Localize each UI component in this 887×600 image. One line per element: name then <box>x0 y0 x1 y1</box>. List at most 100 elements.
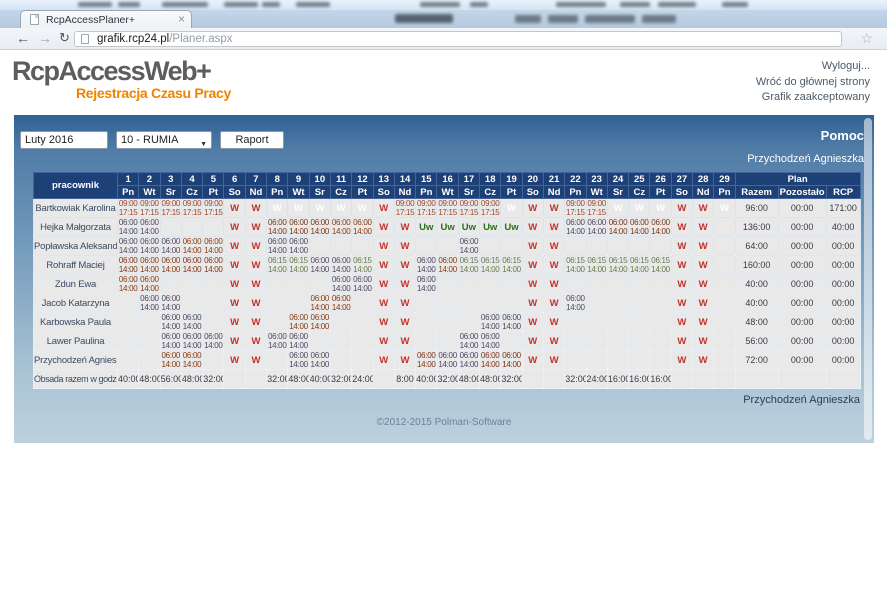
shift-cell[interactable]: 06:1514:00 <box>586 256 607 275</box>
shift-cell[interactable]: 06:0014:00 <box>629 218 650 237</box>
shift-cell[interactable]: 06:0014:00 <box>288 313 309 332</box>
shift-cell[interactable]: 09:0017:15 <box>480 199 501 218</box>
shift-cell[interactable]: 06:0014:00 <box>160 237 181 256</box>
shift-cell[interactable]: 06:0014:00 <box>565 218 586 237</box>
free-day-cell[interactable]: W <box>394 218 415 237</box>
empty-schedule-cell[interactable] <box>714 237 735 256</box>
free-day-cell[interactable]: W <box>245 256 266 275</box>
free-day-cell[interactable]: W <box>245 313 266 332</box>
shift-cell[interactable]: 06:1514:00 <box>565 256 586 275</box>
free-day-cell[interactable]: W <box>245 351 266 370</box>
free-day-cell[interactable]: W <box>245 199 266 218</box>
report-button[interactable]: Raport <box>220 131 284 149</box>
empty-schedule-cell[interactable] <box>288 275 309 294</box>
shift-cell[interactable]: 06:0014:00 <box>650 218 671 237</box>
empty-schedule-cell[interactable] <box>565 351 586 370</box>
shift-cell[interactable]: 06:1514:00 <box>352 256 373 275</box>
empty-schedule-cell[interactable] <box>416 313 437 332</box>
shift-cell[interactable]: 09:0017:15 <box>160 199 181 218</box>
free-day-cell[interactable]: W <box>501 199 522 218</box>
free-day-cell[interactable]: W <box>288 199 309 218</box>
free-day-cell[interactable]: W <box>671 275 692 294</box>
refresh-icon[interactable]: ↻ <box>59 30 70 46</box>
empty-schedule-cell[interactable] <box>139 313 160 332</box>
shift-cell[interactable]: 06:0014:00 <box>501 351 522 370</box>
shift-cell[interactable]: 06:0014:00 <box>330 256 351 275</box>
shift-cell[interactable]: 06:0014:00 <box>458 237 479 256</box>
empty-schedule-cell[interactable] <box>714 218 735 237</box>
empty-schedule-cell[interactable] <box>586 332 607 351</box>
empty-schedule-cell[interactable] <box>607 313 628 332</box>
shift-cell[interactable]: 06:0014:00 <box>160 256 181 275</box>
free-day-cell[interactable]: W <box>714 199 735 218</box>
empty-schedule-cell[interactable] <box>629 332 650 351</box>
free-day-cell[interactable]: W <box>245 294 266 313</box>
vacation-cell[interactable]: Uw <box>416 218 437 237</box>
free-day-cell[interactable]: W <box>543 275 564 294</box>
forward-icon[interactable]: → <box>38 30 52 46</box>
free-day-cell[interactable]: W <box>522 237 543 256</box>
empty-schedule-cell[interactable] <box>352 332 373 351</box>
shift-cell[interactable]: 09:0017:15 <box>458 199 479 218</box>
shift-cell[interactable]: 06:0014:00 <box>288 351 309 370</box>
shift-cell[interactable]: 06:0014:00 <box>139 256 160 275</box>
shift-cell[interactable]: 06:0014:00 <box>288 237 309 256</box>
empty-schedule-cell[interactable] <box>267 351 288 370</box>
free-day-cell[interactable]: W <box>693 237 714 256</box>
empty-schedule-cell[interactable] <box>160 218 181 237</box>
free-day-cell[interactable]: W <box>522 313 543 332</box>
empty-schedule-cell[interactable] <box>501 332 522 351</box>
empty-schedule-cell[interactable] <box>118 294 139 313</box>
shift-cell[interactable]: 09:0017:15 <box>416 199 437 218</box>
free-day-cell[interactable]: W <box>671 313 692 332</box>
empty-schedule-cell[interactable] <box>501 294 522 313</box>
free-day-cell[interactable]: W <box>522 256 543 275</box>
empty-schedule-cell[interactable] <box>118 351 139 370</box>
free-day-cell[interactable]: W <box>693 199 714 218</box>
empty-schedule-cell[interactable] <box>181 218 202 237</box>
free-day-cell[interactable]: W <box>543 199 564 218</box>
empty-schedule-cell[interactable] <box>650 237 671 256</box>
empty-schedule-cell[interactable] <box>714 294 735 313</box>
month-input[interactable] <box>20 131 108 149</box>
empty-schedule-cell[interactable] <box>714 256 735 275</box>
shift-cell[interactable]: 06:0014:00 <box>416 351 437 370</box>
empty-schedule-cell[interactable] <box>288 294 309 313</box>
free-day-cell[interactable]: W <box>693 218 714 237</box>
free-day-cell[interactable]: W <box>352 199 373 218</box>
empty-schedule-cell[interactable] <box>416 237 437 256</box>
empty-schedule-cell[interactable] <box>458 313 479 332</box>
empty-schedule-cell[interactable] <box>714 351 735 370</box>
shift-cell[interactable]: 06:0014:00 <box>181 313 202 332</box>
shift-cell[interactable]: 06:0014:00 <box>139 294 160 313</box>
shift-cell[interactable]: 06:0014:00 <box>139 218 160 237</box>
empty-schedule-cell[interactable] <box>607 294 628 313</box>
shift-cell[interactable]: 06:0014:00 <box>352 218 373 237</box>
empty-schedule-cell[interactable] <box>437 237 458 256</box>
free-day-cell[interactable]: W <box>245 218 266 237</box>
empty-schedule-cell[interactable] <box>714 332 735 351</box>
empty-schedule-cell[interactable] <box>118 332 139 351</box>
empty-schedule-cell[interactable] <box>139 332 160 351</box>
browser-tab[interactable]: RcpAccessPlaner+ × <box>20 10 192 28</box>
shift-cell[interactable]: 06:0014:00 <box>267 237 288 256</box>
shift-cell[interactable]: 06:0014:00 <box>181 332 202 351</box>
free-day-cell[interactable]: W <box>267 199 288 218</box>
back-icon[interactable]: ← <box>16 30 30 46</box>
empty-schedule-cell[interactable] <box>629 294 650 313</box>
empty-schedule-cell[interactable] <box>330 313 351 332</box>
shift-cell[interactable]: 06:0014:00 <box>309 218 330 237</box>
shift-cell[interactable]: 06:0014:00 <box>267 218 288 237</box>
empty-schedule-cell[interactable] <box>352 351 373 370</box>
shift-cell[interactable]: 06:0014:00 <box>309 294 330 313</box>
shift-cell[interactable]: 06:1514:00 <box>288 256 309 275</box>
shift-cell[interactable]: 06:0014:00 <box>160 351 181 370</box>
shift-cell[interactable]: 06:0014:00 <box>330 218 351 237</box>
free-day-cell[interactable]: W <box>543 218 564 237</box>
free-day-cell[interactable]: W <box>543 313 564 332</box>
empty-schedule-cell[interactable] <box>607 351 628 370</box>
empty-schedule-cell[interactable] <box>565 313 586 332</box>
free-day-cell[interactable]: W <box>629 199 650 218</box>
scrollbar[interactable] <box>864 118 872 440</box>
shift-cell[interactable]: 06:0014:00 <box>352 275 373 294</box>
